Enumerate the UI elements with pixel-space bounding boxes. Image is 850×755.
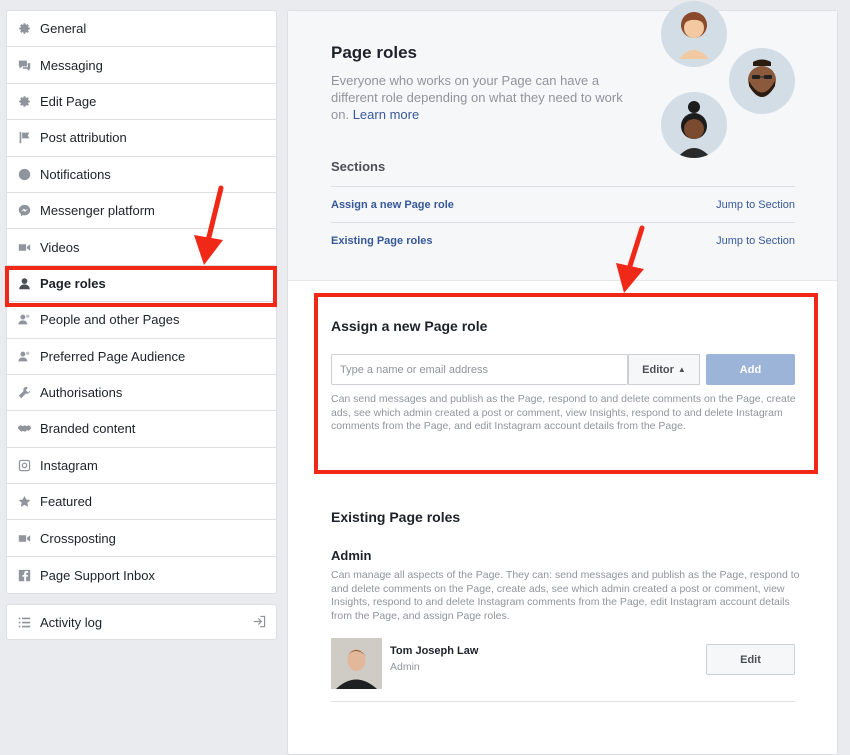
chat-icon	[17, 58, 31, 72]
sidebar-item-instagram[interactable]: Instagram	[7, 448, 276, 485]
section-link-assign[interactable]: Assign a new Page role	[331, 199, 454, 211]
section-row-assign[interactable]: Assign a new Page role Jump to Section	[331, 186, 795, 222]
sidebar-item-page-roles[interactable]: Page roles	[7, 266, 276, 303]
person-icon	[17, 276, 31, 290]
sidebar-item-activity-log[interactable]: Activity log	[7, 605, 276, 639]
role-description: Can send messages and publish as the Pag…	[331, 393, 796, 432]
video-camera-icon	[17, 240, 31, 254]
sidebar-item-label: Activity log	[40, 614, 103, 630]
main-content: Page roles Everyone who works on your Pa…	[287, 1, 838, 755]
sidebar-item-people-and-other-pages[interactable]: People and other Pages	[7, 302, 276, 339]
sidebar-item-label: Videos	[40, 239, 80, 255]
star-icon	[17, 495, 31, 509]
sidebar-item-page-support-inbox[interactable]: Page Support Inbox	[7, 557, 276, 593]
gear-icon	[17, 22, 31, 36]
settings-sidebar: General Messaging Edit Page Post attribu…	[6, 10, 277, 641]
sidebar-item-label: Page Support Inbox	[40, 567, 155, 583]
sidebar-item-label: Notifications	[40, 166, 111, 182]
people-icon	[17, 313, 31, 327]
sidebar-item-label: Edit Page	[40, 93, 97, 109]
sidebar-item-label: Post attribution	[40, 130, 127, 146]
sidebar-item-label: Page roles	[40, 275, 106, 291]
edit-button[interactable]: Edit	[706, 644, 795, 675]
illustration-person-bearded-man	[729, 48, 795, 114]
jump-to-section-link[interactable]: Jump to Section	[716, 235, 795, 247]
exit-icon[interactable]	[253, 615, 266, 628]
messenger-icon	[17, 204, 31, 218]
sidebar-item-notifications[interactable]: Notifications	[7, 157, 276, 193]
sidebar-item-label: Branded content	[40, 421, 136, 437]
video-camera-icon	[17, 531, 31, 545]
sidebar-item-label: Messaging	[40, 57, 103, 73]
assign-page-role-card: Assign a new Page role Editor ▲︎ Add Can…	[314, 293, 818, 474]
page-title: Page roles	[331, 43, 417, 62]
sidebar-item-label: Messenger platform	[40, 203, 155, 219]
globe-icon	[17, 167, 31, 181]
divider	[331, 701, 795, 702]
illustration-person-woman	[661, 1, 727, 67]
gear-icon	[17, 94, 31, 108]
section-link-existing[interactable]: Existing Page roles	[331, 235, 432, 247]
sidebar-item-edit-page[interactable]: Edit Page	[7, 84, 276, 121]
existing-roles-title: Existing Page roles	[331, 509, 461, 525]
illustration-person-woman-bun	[661, 92, 727, 158]
sidebar-item-post-attribution[interactable]: Post attribution	[7, 120, 276, 157]
settings-nav: General Messaging Edit Page Post attribu…	[6, 10, 277, 595]
wrench-icon	[17, 386, 31, 400]
page-roles-intro: Everyone who works on your Page can have…	[331, 72, 641, 123]
page-roles-header-panel: Page roles Everyone who works on your Pa…	[288, 1, 837, 281]
sidebar-item-label: General	[40, 21, 87, 37]
sidebar-item-general[interactable]: General	[7, 11, 276, 48]
sidebar-item-preferred-page-audience[interactable]: Preferred Page Audience	[7, 339, 276, 375]
role-selected-value: Editor	[642, 363, 674, 376]
avatar	[331, 638, 382, 689]
sidebar-item-featured[interactable]: Featured	[7, 484, 276, 521]
sidebar-item-crossposting[interactable]: Crossposting	[7, 520, 276, 557]
sidebar-item-videos[interactable]: Videos	[7, 229, 276, 266]
add-button[interactable]: Add	[706, 354, 795, 385]
people-icon	[17, 349, 31, 363]
person-role: Admin	[390, 661, 420, 673]
sidebar-item-label: Featured	[40, 494, 93, 510]
sidebar-item-label: Crossposting	[40, 530, 116, 546]
admin-heading: Admin	[331, 548, 372, 563]
handshake-icon	[17, 422, 31, 436]
list-icon	[17, 615, 31, 629]
sidebar-item-label: Authorisations	[40, 385, 123, 401]
up-down-caret-icon: ▲︎	[677, 365, 686, 374]
section-row-existing[interactable]: Existing Page roles Jump to Section	[331, 222, 795, 258]
activity-log-box: Activity log	[6, 604, 277, 641]
sidebar-item-label: Preferred Page Audience	[40, 348, 186, 364]
sections-heading: Sections	[331, 159, 386, 174]
sidebar-item-authorisations[interactable]: Authorisations	[7, 375, 276, 412]
instagram-icon	[17, 458, 31, 472]
sidebar-item-messenger-platform[interactable]: Messenger platform	[7, 193, 276, 230]
facebook-icon	[17, 568, 31, 582]
sidebar-item-label: People and other Pages	[40, 312, 180, 328]
flag-icon	[17, 131, 31, 145]
sidebar-item-messaging[interactable]: Messaging	[7, 47, 276, 84]
role-dropdown[interactable]: Editor ▲︎	[628, 354, 700, 385]
admin-description: Can manage all aspects of the Page. They…	[331, 569, 800, 622]
learn-more-link[interactable]: Learn more	[353, 107, 419, 122]
jump-to-section-link[interactable]: Jump to Section	[716, 199, 795, 211]
person-name[interactable]: Tom Joseph Law	[390, 645, 478, 657]
assign-section-title: Assign a new Page role	[331, 318, 488, 334]
name-or-email-input[interactable]	[331, 354, 628, 385]
sidebar-item-branded-content[interactable]: Branded content	[7, 411, 276, 448]
sidebar-item-label: Instagram	[40, 457, 98, 473]
